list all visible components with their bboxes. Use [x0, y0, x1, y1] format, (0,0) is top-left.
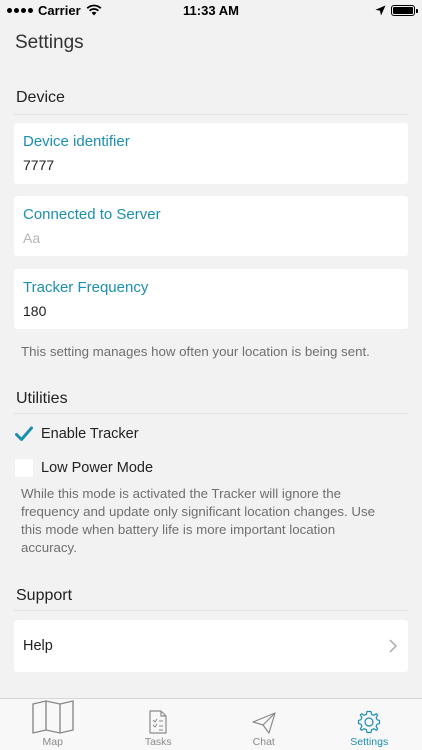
tracker-frequency-field[interactable]: Tracker Frequency 180	[14, 269, 408, 329]
server-label: Connected to Server	[23, 206, 161, 223]
page-title: Settings	[15, 32, 84, 53]
frequency-hint: This setting manages how often your loca…	[21, 344, 370, 359]
gear-icon	[357, 699, 381, 734]
device-identifier-value[interactable]: 7777	[23, 157, 54, 173]
settings-screen: Carrier 11:33 AM Settings Device Device …	[0, 0, 422, 750]
help-label: Help	[23, 638, 53, 654]
tab-map[interactable]: Map	[0, 699, 106, 750]
section-divider	[14, 114, 408, 115]
tab-label: Map	[42, 736, 63, 748]
tab-settings[interactable]: Settings	[317, 699, 422, 750]
location-arrow-icon	[375, 5, 386, 15]
tab-chat[interactable]: Chat	[211, 699, 317, 750]
chevron-right-icon	[389, 639, 397, 653]
device-identifier-field[interactable]: Device identifier 7777	[14, 123, 408, 184]
tracker-frequency-label: Tracker Frequency	[23, 279, 149, 296]
send-icon	[252, 699, 276, 734]
signal-icon	[7, 7, 33, 13]
low-power-hint: While this mode is activated the Tracker…	[21, 486, 376, 555]
battery-icon	[391, 4, 418, 16]
status-bar: Carrier 11:33 AM	[0, 0, 422, 20]
section-header-device: Device	[16, 89, 65, 106]
tab-label: Tasks	[144, 736, 172, 748]
server-input-placeholder[interactable]: Aa	[23, 230, 40, 246]
tab-tasks[interactable]: Tasks	[106, 699, 212, 750]
map-icon	[32, 699, 74, 734]
section-divider	[14, 413, 408, 414]
device-identifier-label: Device identifier	[23, 133, 130, 150]
status-bar-left: Carrier	[7, 3, 102, 18]
help-row[interactable]: Help	[14, 620, 408, 672]
tracker-frequency-value[interactable]: 180	[23, 303, 46, 319]
wifi-icon	[86, 4, 102, 16]
server-field[interactable]: Connected to Server Aa	[14, 196, 408, 256]
tab-label: Chat	[252, 736, 275, 748]
carrier-label: Carrier	[38, 2, 81, 18]
enable-tracker-label: Enable Tracker	[41, 426, 139, 442]
section-header-utilities: Utilities	[16, 390, 68, 407]
tasks-icon	[148, 699, 168, 734]
tab-label: Settings	[350, 736, 389, 748]
section-header-support: Support	[16, 587, 73, 604]
tab-bar: Map Tasks Chat Settings	[0, 698, 422, 750]
enable-tracker-row[interactable]: Enable Tracker	[15, 423, 139, 445]
low-power-checkbox[interactable]	[15, 459, 33, 477]
section-divider	[14, 610, 408, 611]
checkmark-icon	[15, 426, 33, 441]
low-power-label: Low Power Mode	[41, 460, 154, 476]
low-power-row[interactable]: Low Power Mode	[15, 457, 153, 479]
enable-tracker-checkbox[interactable]	[15, 425, 33, 443]
status-bar-right	[375, 4, 418, 16]
